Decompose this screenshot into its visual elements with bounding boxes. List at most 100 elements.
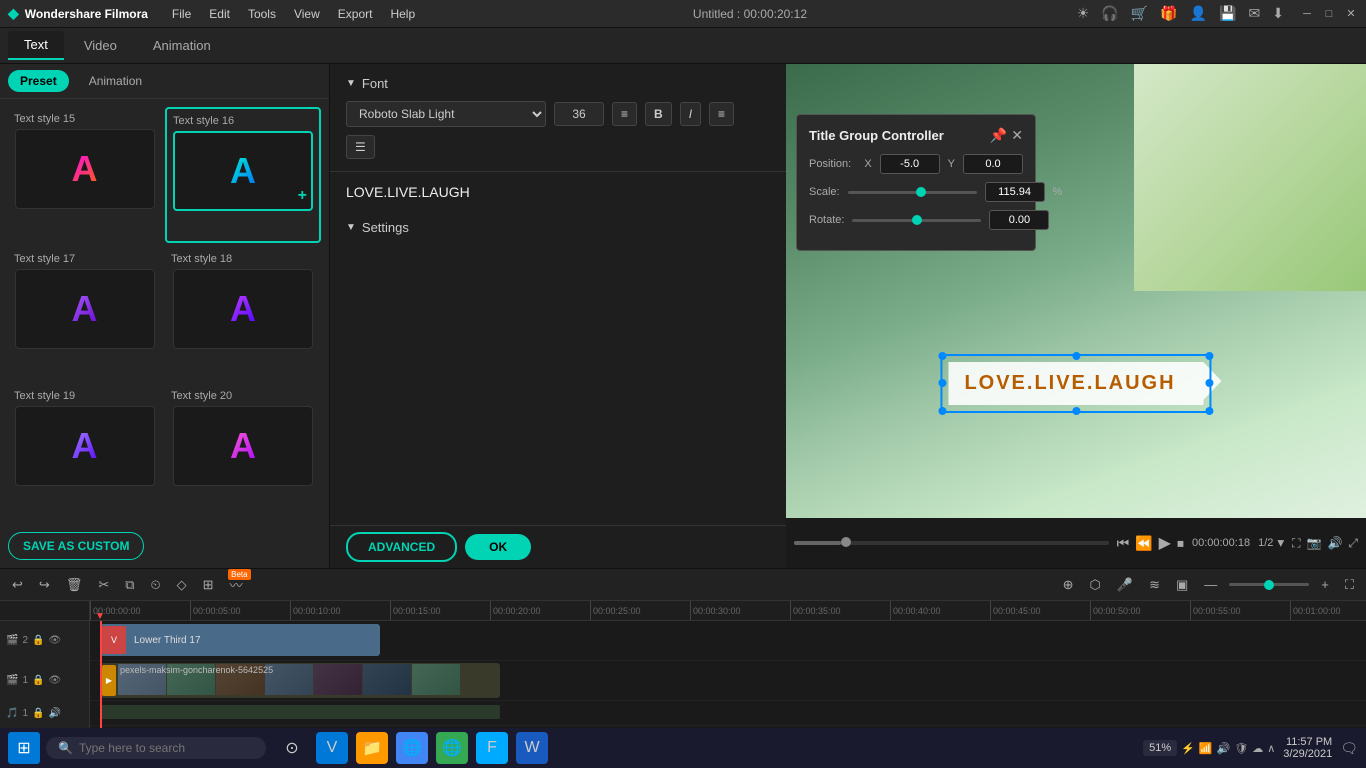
style-item-18[interactable]: Text style 18 A [165,247,321,379]
taskbar-office[interactable]: V [316,732,348,764]
tab-video[interactable]: Video [68,32,133,59]
menu-file[interactable]: File [164,5,199,23]
redo-button[interactable]: ↪ [35,575,54,595]
play-button[interactable]: ▶ [1159,533,1171,553]
progress-bar-container[interactable] [794,541,1109,545]
thumbnail-button[interactable]: ▣ [1172,575,1192,595]
tray-more[interactable]: ∧ [1267,742,1275,755]
menu-edit[interactable]: Edit [201,5,238,23]
ok-button[interactable]: OK [465,534,531,560]
copy-button[interactable]: ⧉ [121,575,138,595]
style-item-16[interactable]: Text style 16 A + [165,107,321,243]
fullscreen-button[interactable]: ⛶ [1292,536,1300,551]
tab-text[interactable]: Text [8,31,64,60]
start-button[interactable]: ⊞ [8,732,40,764]
tgc-rotate-slider[interactable] [852,219,981,222]
crop-button[interactable]: ⬡ [1086,575,1105,595]
audio-clip[interactable] [100,705,500,719]
mail-icon[interactable]: ✉ [1249,5,1261,22]
zoom-in-button[interactable]: + [1317,575,1333,594]
taskbar-cortana[interactable]: ⊙ [276,732,308,764]
progress-thumb[interactable] [841,537,851,547]
align-right-button[interactable]: ☰ [346,135,375,159]
bold-button[interactable]: B [645,102,672,126]
sub-tabs: Preset Animation [0,64,329,99]
menu-help[interactable]: Help [382,5,423,23]
download-icon[interactable]: ⬇ [1272,5,1284,22]
font-size-input[interactable] [554,102,604,126]
settings-section-header[interactable]: ▼ Settings [346,220,770,235]
track-lock-button-1[interactable]: 🔒 [32,675,44,686]
zoom-out-button[interactable]: — [1200,575,1221,594]
font-size-stepper[interactable]: ≡ [612,102,637,126]
taskbar-filmora[interactable]: F [476,732,508,764]
search-bar[interactable]: 🔍 [46,737,266,759]
fullscreen-timeline-button[interactable]: ⛶ [1341,575,1358,595]
advanced-button[interactable]: ADVANCED [346,532,457,562]
font-name-select[interactable]: Roboto Slab Light [346,101,546,127]
menu-view[interactable]: View [286,5,328,23]
taskbar-word[interactable]: W [516,732,548,764]
zoom-slider[interactable] [1229,583,1309,586]
subtab-preset[interactable]: Preset [8,70,69,92]
delete-button[interactable]: 🗑 [62,575,87,595]
page-nav-button[interactable]: ▾ [1277,535,1284,551]
volume-button[interactable]: 🔊 [1327,536,1342,551]
style-item-15[interactable]: Text style 15 A [8,107,161,243]
track-lock-button-2[interactable]: 🔒 [32,635,44,646]
tgc-scale-input[interactable] [985,182,1045,202]
maximize-button[interactable]: □ [1322,7,1336,21]
taskbar-explorer[interactable]: 📁 [356,732,388,764]
cut-button[interactable]: ✂ [94,575,113,595]
tgc-y-input[interactable] [963,154,1023,174]
save-as-custom-button[interactable]: SAVE AS CUSTOM [8,532,144,560]
sun-icon[interactable]: ☀ [1077,5,1090,22]
menu-export[interactable]: Export [330,5,381,23]
tgc-scale-slider[interactable] [848,191,977,194]
align-left-button[interactable]: ≡ [709,102,734,126]
search-input[interactable] [79,741,239,755]
subtab-animation[interactable]: Animation [77,70,154,92]
tgc-pin-button[interactable]: 📌 [990,127,1007,144]
title-clip[interactable]: V Lower Third 17 [100,624,380,656]
tgc-close-button[interactable]: ✕ [1011,127,1023,144]
track-lock-audio[interactable]: 🔒 [32,708,44,719]
history-button[interactable]: ⏲ [147,575,165,595]
tgc-rotate-input[interactable] [989,210,1049,230]
headphones-icon[interactable]: 🎧 [1101,5,1118,22]
text-overlay-container[interactable]: LOVE.LIVE.LAUGH [948,362,1203,405]
track-mute-audio[interactable]: 🔊 [48,708,60,719]
style-item-20[interactable]: Text style 20 A [165,384,321,516]
split-button[interactable]: ⊞ [199,575,218,595]
style-item-19[interactable]: Text style 19 A [8,384,161,516]
stop-button[interactable]: ⏹ [1177,535,1184,552]
taskbar-chrome2[interactable]: 🌐 [436,732,468,764]
tab-animation[interactable]: Animation [137,32,227,59]
step-back-button[interactable]: ⏮ [1117,535,1130,552]
user-icon[interactable]: 👤 [1190,5,1207,22]
text-content-area[interactable]: LOVE.LIVE.LAUGH [330,172,786,212]
cart-icon[interactable]: 🛒 [1131,5,1148,22]
close-button[interactable]: ✕ [1344,7,1358,21]
gift-icon[interactable]: 🎁 [1160,5,1177,22]
ripple-edit-button[interactable]: ⊕ [1059,575,1078,595]
minimize-button[interactable]: ─ [1300,7,1314,21]
undo-button[interactable]: ↩ [8,575,27,595]
screenshot-button[interactable]: 📷 [1306,536,1321,551]
taskbar-chrome[interactable]: 🌐 [396,732,428,764]
track-eye-button-1[interactable]: 👁 [48,675,61,686]
mic-button[interactable]: 🎤 [1113,575,1137,595]
video-clip[interactable]: ▶ pexels-maksim-goncharenok-5642525 [100,663,500,698]
voice-button[interactable]: ≋ [1145,575,1164,595]
menu-tools[interactable]: Tools [240,5,284,23]
tgc-x-input[interactable] [880,154,940,174]
font-section-header[interactable]: ▼ Font [346,76,770,91]
settings-preview-button[interactable]: ⤢ [1348,536,1358,551]
style-item-17[interactable]: Text style 17 A [8,247,161,379]
italic-button[interactable]: I [680,102,701,126]
track-eye-button-2[interactable]: 👁 [48,635,61,646]
save-icon[interactable]: 💾 [1219,5,1236,22]
shape-button[interactable]: ◇ [173,575,191,595]
notification-button[interactable]: 🗨 [1340,740,1358,757]
frame-back-button[interactable]: ⏪ [1135,535,1152,552]
